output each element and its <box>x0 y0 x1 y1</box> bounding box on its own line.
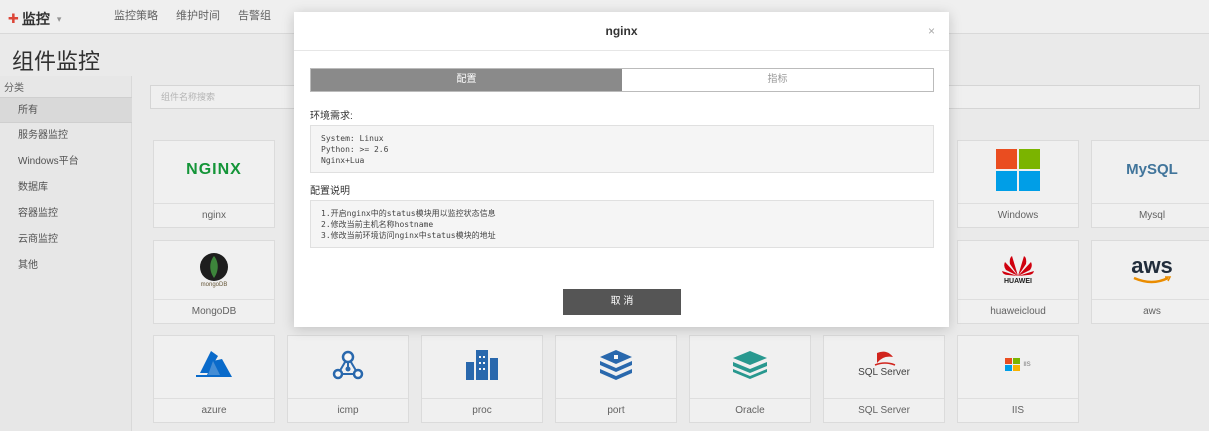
env-line: Python: >= 2.6 <box>321 145 389 154</box>
env-line: System: Linux <box>321 134 384 143</box>
modal-tabs: 配置 指标 <box>310 68 934 92</box>
tab-metrics[interactable]: 指标 <box>622 69 933 91</box>
config-line: 1.开启nginx中的status模块用以监控状态信息 <box>321 209 496 218</box>
env-line: Nginx+Lua <box>321 156 365 165</box>
env-requirements-label: 环境需求: <box>310 111 353 122</box>
tab-config[interactable]: 配置 <box>311 69 622 91</box>
config-notes-label: 配置说明 <box>310 186 350 197</box>
env-requirements-box: System: Linux Python: >= 2.6 Nginx+Lua <box>310 125 934 173</box>
close-icon[interactable]: × <box>928 12 935 51</box>
nginx-detail-modal: nginx × 配置 指标 环境需求: System: Linux Python… <box>294 12 949 327</box>
config-line: 2.修改当前主机名称hostname <box>321 220 434 229</box>
config-line: 3.修改当前环境访问nginx中status模块的地址 <box>321 231 496 240</box>
modal-title: nginx <box>605 24 638 38</box>
config-notes-box: 1.开启nginx中的status模块用以监控状态信息 2.修改当前主机名称ho… <box>310 200 934 248</box>
modal-header: nginx × <box>294 12 949 51</box>
cancel-button[interactable]: 取 消 <box>563 289 681 315</box>
